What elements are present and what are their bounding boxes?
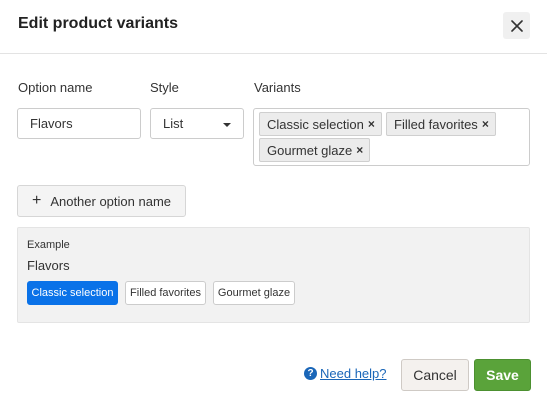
help-icon: ?	[304, 367, 317, 380]
example-label: Example	[27, 239, 70, 251]
example-chip-classic-selection[interactable]: Classic selection	[27, 281, 118, 305]
variant-tag-filled-favorites[interactable]: Filled favorites ×	[386, 112, 496, 136]
example-option-name: Flavors	[27, 258, 70, 273]
example-chip-filled-favorites[interactable]: Filled favorites	[125, 281, 206, 305]
cancel-button[interactable]: Cancel	[401, 359, 469, 391]
close-icon	[510, 19, 523, 32]
remove-icon[interactable]: ×	[356, 144, 363, 156]
add-option-button[interactable]: + Another option name	[17, 185, 186, 217]
variants-input[interactable]: Classic selection × Filled favorites × G…	[253, 108, 530, 166]
remove-icon[interactable]: ×	[482, 118, 489, 130]
save-button[interactable]: Save	[474, 359, 531, 391]
option-name-label: Option name	[18, 80, 93, 95]
option-name-input[interactable]	[17, 108, 141, 139]
need-help-label: Need help?	[320, 366, 387, 381]
need-help-link[interactable]: ? Need help?	[304, 366, 387, 381]
example-preview: Example Flavors Classic selection Filled…	[17, 227, 530, 323]
variant-tag-label: Gourmet glaze	[267, 142, 353, 158]
remove-icon[interactable]: ×	[368, 118, 375, 130]
variant-tag-label: Filled favorites	[394, 116, 478, 132]
variant-tag-label: Classic selection	[267, 116, 364, 132]
dialog-title: Edit product variants	[18, 15, 179, 32]
add-option-label: Another option name	[50, 193, 172, 209]
caret-down-icon	[223, 123, 231, 127]
style-select-value: List	[163, 116, 184, 131]
style-label: Style	[150, 80, 179, 95]
dialog-header: Edit product variants	[0, 0, 547, 54]
plus-icon: +	[31, 192, 42, 209]
variant-tag-classic-selection[interactable]: Classic selection ×	[259, 112, 382, 136]
variants-label: Variants	[254, 80, 301, 95]
style-select[interactable]: List	[150, 108, 244, 139]
example-chip-gourmet-glaze[interactable]: Gourmet glaze	[213, 281, 295, 305]
close-button[interactable]	[503, 12, 530, 39]
variant-tag-gourmet-glaze[interactable]: Gourmet glaze ×	[259, 138, 371, 162]
